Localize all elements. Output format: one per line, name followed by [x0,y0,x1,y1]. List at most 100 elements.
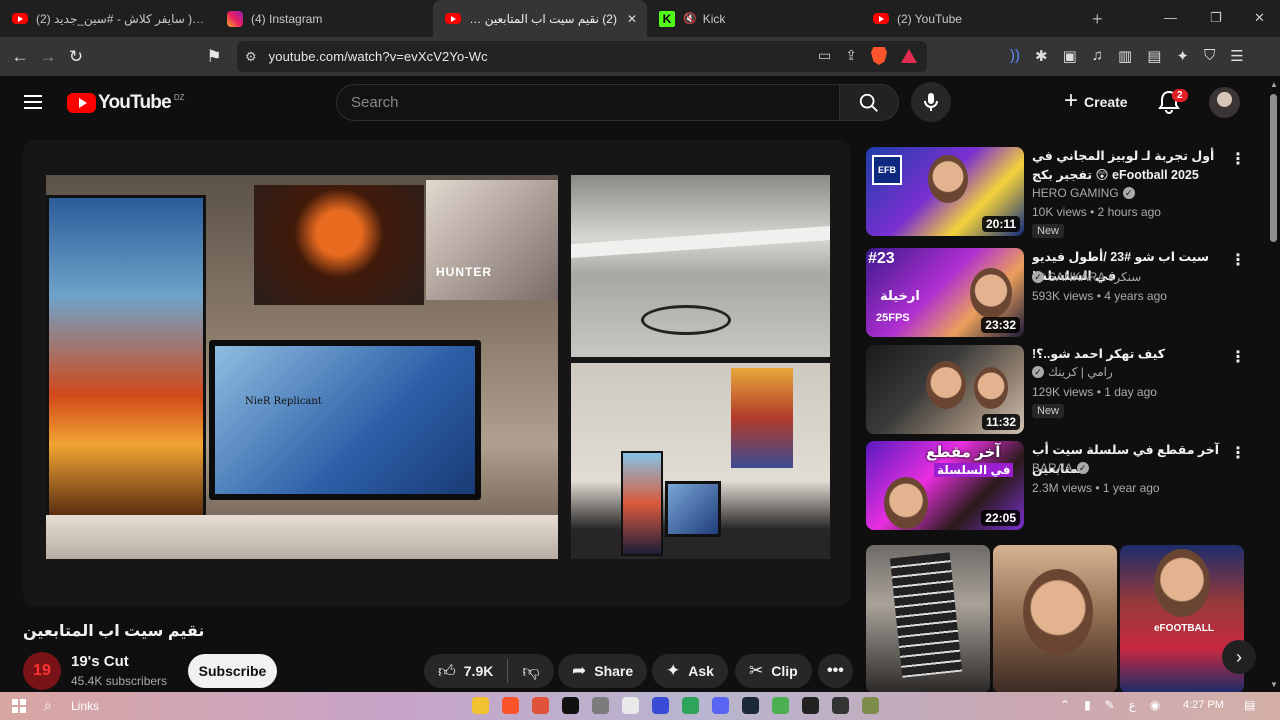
restore-icon[interactable]: ❐ [1210,10,1222,26]
vpn-icon[interactable]: ⛉ [1204,47,1215,65]
search-button[interactable] [839,84,899,121]
language-icon[interactable]: ع [1129,698,1136,712]
recommended-video[interactable]: EFB 20:11 أول تجربة لـ لوبيز المجاني في … [866,147,1256,239]
browser-tab[interactable]: K 🔇 Kick [647,0,861,37]
app-icon[interactable] [862,697,879,714]
video-thumbnail[interactable]: #23 ارخيلة 25FPS 23:32 [866,248,1024,337]
video-thumbnail[interactable]: 11:32 [866,345,1024,434]
app-icon[interactable] [832,697,849,714]
scrollbar-thumb[interactable] [1270,94,1277,242]
shorts-thumbnail[interactable] [866,545,990,693]
sidebar-icon[interactable]: ▥ [1118,47,1132,65]
create-button[interactable]: + Create [1056,84,1144,120]
taskbar-links[interactable]: Links [71,699,99,713]
calendar-icon[interactable] [622,697,639,714]
speech-icon[interactable]: )) [1010,47,1020,65]
browser-tab[interactable]: (2) سايفر كلاش - #سين_جديد ) Video [0,0,215,37]
browser-tab[interactable]: (4) Instagram [215,0,433,37]
extensions-icon[interactable]: ✱ [1035,47,1048,65]
windows-start-icon[interactable] [12,699,26,713]
search-input[interactable] [337,85,839,120]
epic-games-icon[interactable] [802,697,819,714]
recommended-channel[interactable]: HERO GAMING ✓ [1032,186,1135,200]
app-icon[interactable] [592,697,609,714]
share-button[interactable]: ➦ Share [558,654,648,688]
brave-shields-icon[interactable] [871,47,887,65]
chevron-up-icon[interactable]: ⌃ [1060,698,1070,712]
cast-icon[interactable]: ▭ [818,47,831,65]
thumbnail-text: EFB [872,155,902,185]
video-duration: 11:32 [981,414,1020,430]
scroll-down-icon[interactable]: ▼ [1270,680,1278,689]
more-vertical-icon[interactable]: ⋮ [1230,250,1246,270]
recommended-title[interactable]: أول تجربة لـ لوبيز المجاني في eFootball … [1032,147,1232,185]
close-tab-icon[interactable]: ✕ [627,12,637,26]
recommended-channel[interactable]: ✓ SANKARA سنكرة [1032,270,1141,284]
video-thumbnail[interactable]: آخر مقطع في السلسلة 22:05 [866,441,1024,530]
bookmark-icon[interactable]: ⚑ [200,47,228,67]
voice-search-button[interactable] [911,82,951,122]
video-thumbnail[interactable]: EFB 20:11 [866,147,1024,236]
app-icon[interactable] [682,697,699,714]
taskbar-clock[interactable]: 4:27 PM [1183,699,1224,711]
app-icon[interactable] [532,697,549,714]
minimize-icon[interactable]: — [1164,10,1177,25]
channel-avatar[interactable]: 19 [23,652,61,690]
like-button[interactable]: 👍︎ 7.9K [424,654,507,688]
site-info-icon[interactable]: ⚙ [245,49,257,65]
account-avatar[interactable] [1209,87,1240,118]
network-icon[interactable]: ◉ [1150,698,1160,712]
next-arrow-button[interactable]: › [1222,640,1256,674]
menu-icon[interactable]: ☰ [1230,47,1243,65]
video-player[interactable]: HUNTER NieR Replicant [23,140,851,606]
youtube-logo[interactable]: YouTube DZ [67,92,185,114]
discord-icon[interactable] [712,697,729,714]
shorts-thumbnail[interactable]: eFOOTBALL [1120,545,1244,693]
tab-search-icon[interactable]: ▣ [1063,47,1077,65]
more-vertical-icon[interactable]: ⋮ [1230,443,1246,463]
tiktok-icon[interactable] [562,697,579,714]
app-icon[interactable] [772,697,789,714]
close-window-icon[interactable]: ✕ [1254,10,1265,26]
file-explorer-icon[interactable] [472,697,489,714]
share-icon[interactable]: ⇪ [845,47,857,65]
steam-icon[interactable] [742,697,759,714]
notification-center-icon[interactable]: ▤ [1244,698,1255,712]
media-icon[interactable]: ♫ [1092,47,1103,65]
brave-rewards-icon[interactable] [901,49,917,63]
new-tab-icon[interactable]: + [1092,9,1103,30]
subscribe-button[interactable]: Subscribe [188,654,277,688]
reload-icon[interactable]: ↻ [62,47,90,67]
browser-tab-active[interactable]: (2) نقيم سيت اب المتابعين - YouTube ✕ [433,0,647,37]
recommended-title[interactable]: كيف تهكر احمد شو..؟! [1032,345,1232,364]
more-vertical-icon[interactable]: ⋮ [1230,149,1246,169]
tray-app-icon[interactable]: ✎ [1105,698,1115,712]
app-icon[interactable] [652,697,669,714]
brave-icon[interactable] [502,697,519,714]
muted-speaker-icon[interactable]: 🔇 [683,12,697,25]
scroll-up-icon[interactable]: ▲ [1270,80,1278,89]
channel-name[interactable]: 19's Cut [71,653,129,670]
browser-tab[interactable]: (2) YouTube [861,0,1075,37]
clip-button[interactable]: ✂ Clip [735,654,812,688]
back-icon[interactable]: ← [6,47,34,67]
search-icon[interactable]: ⌕ [44,697,52,714]
address-bar[interactable]: ⚙ youtube.com/watch?v=evXcV2Yo-Wc ▭ ⇪ [237,41,927,72]
recommended-video[interactable]: آخر مقطع في السلسلة 22:05 آخر مقطع في سل… [866,441,1256,533]
ask-button[interactable]: ✦ Ask [652,654,728,688]
dislike-button[interactable]: 👎︎ [508,654,553,688]
url-text[interactable]: youtube.com/watch?v=evXcV2Yo-Wc [269,49,488,64]
leo-ai-icon[interactable]: ✦ [1176,47,1189,65]
shorts-thumbnail[interactable] [993,545,1117,693]
more-vertical-icon[interactable]: ⋮ [1230,347,1246,367]
recommended-video[interactable]: #23 ارخيلة 25FPS 23:32 سيت اب شو #23 /أط… [866,248,1256,340]
recommended-video[interactable]: 11:32 كيف تهكر احمد شو..؟! ✓ رامي | كرينك… [866,345,1256,437]
forward-icon[interactable]: → [34,47,62,67]
tray-app-icon[interactable]: ▮ [1084,698,1091,712]
hamburger-menu-icon[interactable] [24,95,42,109]
channel-label: رامي | كرينك [1048,365,1113,379]
recommended-channel[interactable]: BARAA ✓ [1032,461,1089,475]
more-actions-button[interactable]: ••• [818,654,853,688]
recommended-channel[interactable]: ✓ رامي | كرينك [1032,365,1113,379]
wallet-icon[interactable]: ▤ [1147,47,1161,65]
